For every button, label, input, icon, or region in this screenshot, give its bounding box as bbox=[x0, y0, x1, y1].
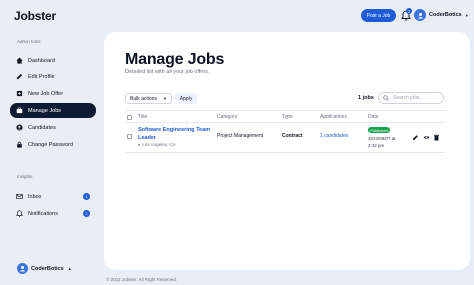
delete-icon[interactable] bbox=[433, 134, 440, 141]
top-bar: Jobster Post a Job 2 CoderBotics ▼ bbox=[0, 0, 474, 32]
row-checkbox[interactable] bbox=[127, 134, 132, 139]
sidebar-item-new-job-offer[interactable]: New Job Offer bbox=[10, 86, 96, 101]
insights-label: Insights bbox=[17, 174, 33, 179]
job-type: Contract bbox=[282, 133, 303, 139]
chevron-down-icon: ▼ bbox=[163, 96, 167, 101]
column-header-applications[interactable]: Applications bbox=[320, 114, 347, 120]
sidebar-item-label: Inbox bbox=[28, 193, 42, 200]
inbox-badge: 1 bbox=[83, 193, 90, 200]
briefcase-icon bbox=[16, 107, 23, 114]
job-title-link[interactable]: Software Engineering Team Leader bbox=[138, 126, 218, 142]
jobs-count: 1 jobs bbox=[358, 95, 374, 101]
main-panel: Manage Jobs Detailed list with all your … bbox=[104, 32, 470, 270]
sidebar-item-label: Edit Profile bbox=[28, 73, 55, 80]
sidebar-item-inbox[interactable]: Inbox 1 bbox=[10, 189, 96, 204]
column-header-title[interactable]: Title bbox=[138, 114, 147, 120]
admin-tools-label: Admin tools bbox=[17, 39, 41, 44]
avatar bbox=[17, 263, 28, 274]
envelope-icon bbox=[16, 193, 23, 200]
job-applications-link[interactable]: 1 candidates bbox=[320, 133, 348, 139]
sidebar-item-label: Manage Jobs bbox=[28, 107, 62, 114]
status-badge: Published bbox=[368, 127, 390, 133]
sidebar-item-edit-profile[interactable]: Edit Profile bbox=[10, 69, 96, 84]
sidebar-item-candidates[interactable]: Candidates bbox=[10, 120, 96, 135]
select-all-checkbox[interactable] bbox=[127, 115, 132, 120]
job-date: 2022/09/07 at 2:42 pm bbox=[368, 135, 396, 149]
bulk-actions-label: Bulk actions bbox=[130, 95, 157, 102]
sidebar-item-change-password[interactable]: Change Password bbox=[10, 137, 96, 152]
user-avatar-icon bbox=[417, 12, 423, 18]
sidebar-item-label: Notifications bbox=[28, 210, 58, 217]
column-header-category[interactable]: Category bbox=[217, 114, 237, 120]
sidebar-user-menu[interactable]: CoderBotics ▲ bbox=[17, 263, 72, 274]
notification-badge: 2 bbox=[406, 8, 412, 14]
view-icon[interactable] bbox=[423, 134, 430, 141]
location-pin-icon: ● bbox=[138, 142, 141, 147]
app-logo[interactable]: Jobster bbox=[14, 9, 56, 23]
job-location-text: Los Angeles, CA bbox=[142, 142, 176, 147]
sidebar-item-manage-jobs[interactable]: Manage Jobs bbox=[10, 103, 96, 118]
user-name: CoderBotics bbox=[429, 12, 462, 18]
user-name: CoderBotics bbox=[31, 265, 64, 272]
apply-button[interactable]: Apply bbox=[175, 93, 197, 104]
row-divider bbox=[125, 152, 445, 153]
page-subtitle: Detailed list with all your job offers. bbox=[125, 69, 210, 75]
job-location: ● Los Angeles, CA bbox=[138, 142, 176, 147]
search-icon bbox=[383, 95, 389, 101]
page-title: Manage Jobs bbox=[125, 51, 225, 68]
bell-icon bbox=[16, 210, 23, 217]
footer-copyright: © 2022 Jobster. All Right Reserved. bbox=[106, 277, 178, 282]
job-time-line: 2:42 pm bbox=[368, 143, 385, 148]
column-header-type[interactable]: Type bbox=[282, 114, 293, 120]
user-avatar-icon bbox=[19, 266, 26, 272]
header-divider bbox=[125, 122, 445, 123]
dashboard-icon bbox=[16, 57, 23, 64]
notifications-badge: 2 bbox=[83, 210, 90, 217]
sidebar-item-label: Dashboard bbox=[28, 57, 55, 64]
job-category: Project Management bbox=[217, 133, 264, 139]
lock-icon bbox=[17, 141, 22, 148]
chevron-down-icon: ▼ bbox=[464, 12, 469, 18]
chevron-up-icon: ▲ bbox=[67, 266, 72, 271]
sidebar-item-notifications[interactable]: Notifications 2 bbox=[10, 206, 96, 221]
sidebar-item-label: New Job Offer bbox=[28, 90, 64, 97]
sidebar-item-label: Candidates bbox=[28, 124, 56, 131]
search-box[interactable] bbox=[378, 92, 444, 104]
new-job-icon bbox=[16, 90, 23, 97]
user-menu[interactable]: CoderBotics ▼ bbox=[414, 9, 469, 21]
sidebar-item-label: Change Password bbox=[28, 141, 73, 148]
avatar bbox=[414, 9, 426, 21]
edit-icon[interactable] bbox=[412, 134, 419, 141]
job-date-line: 2022/09/07 at bbox=[368, 136, 396, 141]
table-divider bbox=[125, 110, 445, 111]
candidates-icon bbox=[16, 124, 23, 131]
bulk-actions-select[interactable]: Bulk actions ▼ bbox=[125, 93, 172, 104]
post-job-button[interactable]: Post a Job bbox=[361, 9, 396, 22]
search-input[interactable] bbox=[393, 95, 443, 101]
edit-profile-icon bbox=[16, 73, 23, 80]
sidebar-item-dashboard[interactable]: Dashboard bbox=[10, 53, 96, 68]
column-header-date[interactable]: Date bbox=[368, 114, 379, 120]
